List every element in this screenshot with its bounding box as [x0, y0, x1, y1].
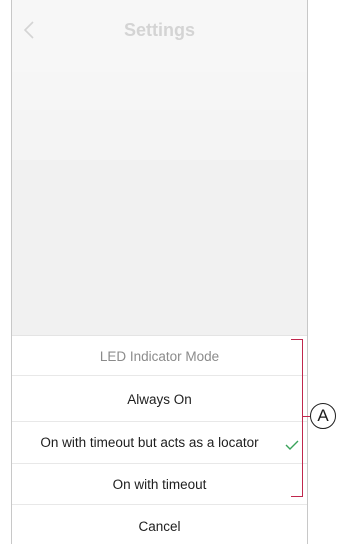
option-always-on[interactable]: Always On: [12, 392, 307, 407]
callout-badge: A: [310, 403, 336, 429]
divider: [12, 504, 307, 505]
background-band: [12, 72, 307, 110]
page-title: Settings: [123, 20, 195, 40]
phone-screen: Settings LED Indicator Mode Always On On…: [11, 0, 308, 545]
annotation-bracket: [291, 339, 303, 497]
option-timeout-locator[interactable]: On with timeout but acts as a locator: [12, 435, 307, 450]
action-sheet: LED Indicator Mode Always On On with tim…: [12, 335, 307, 545]
option-timeout[interactable]: On with timeout: [12, 477, 307, 492]
background-band: [12, 160, 307, 335]
divider: [12, 375, 307, 376]
navigation-bar: Settings: [12, 0, 307, 72]
divider: [12, 421, 307, 422]
cancel-button[interactable]: Cancel: [12, 519, 307, 534]
annotation-leader-line: [303, 416, 310, 417]
sheet-header: LED Indicator Mode: [99, 349, 220, 364]
divider: [12, 463, 307, 464]
